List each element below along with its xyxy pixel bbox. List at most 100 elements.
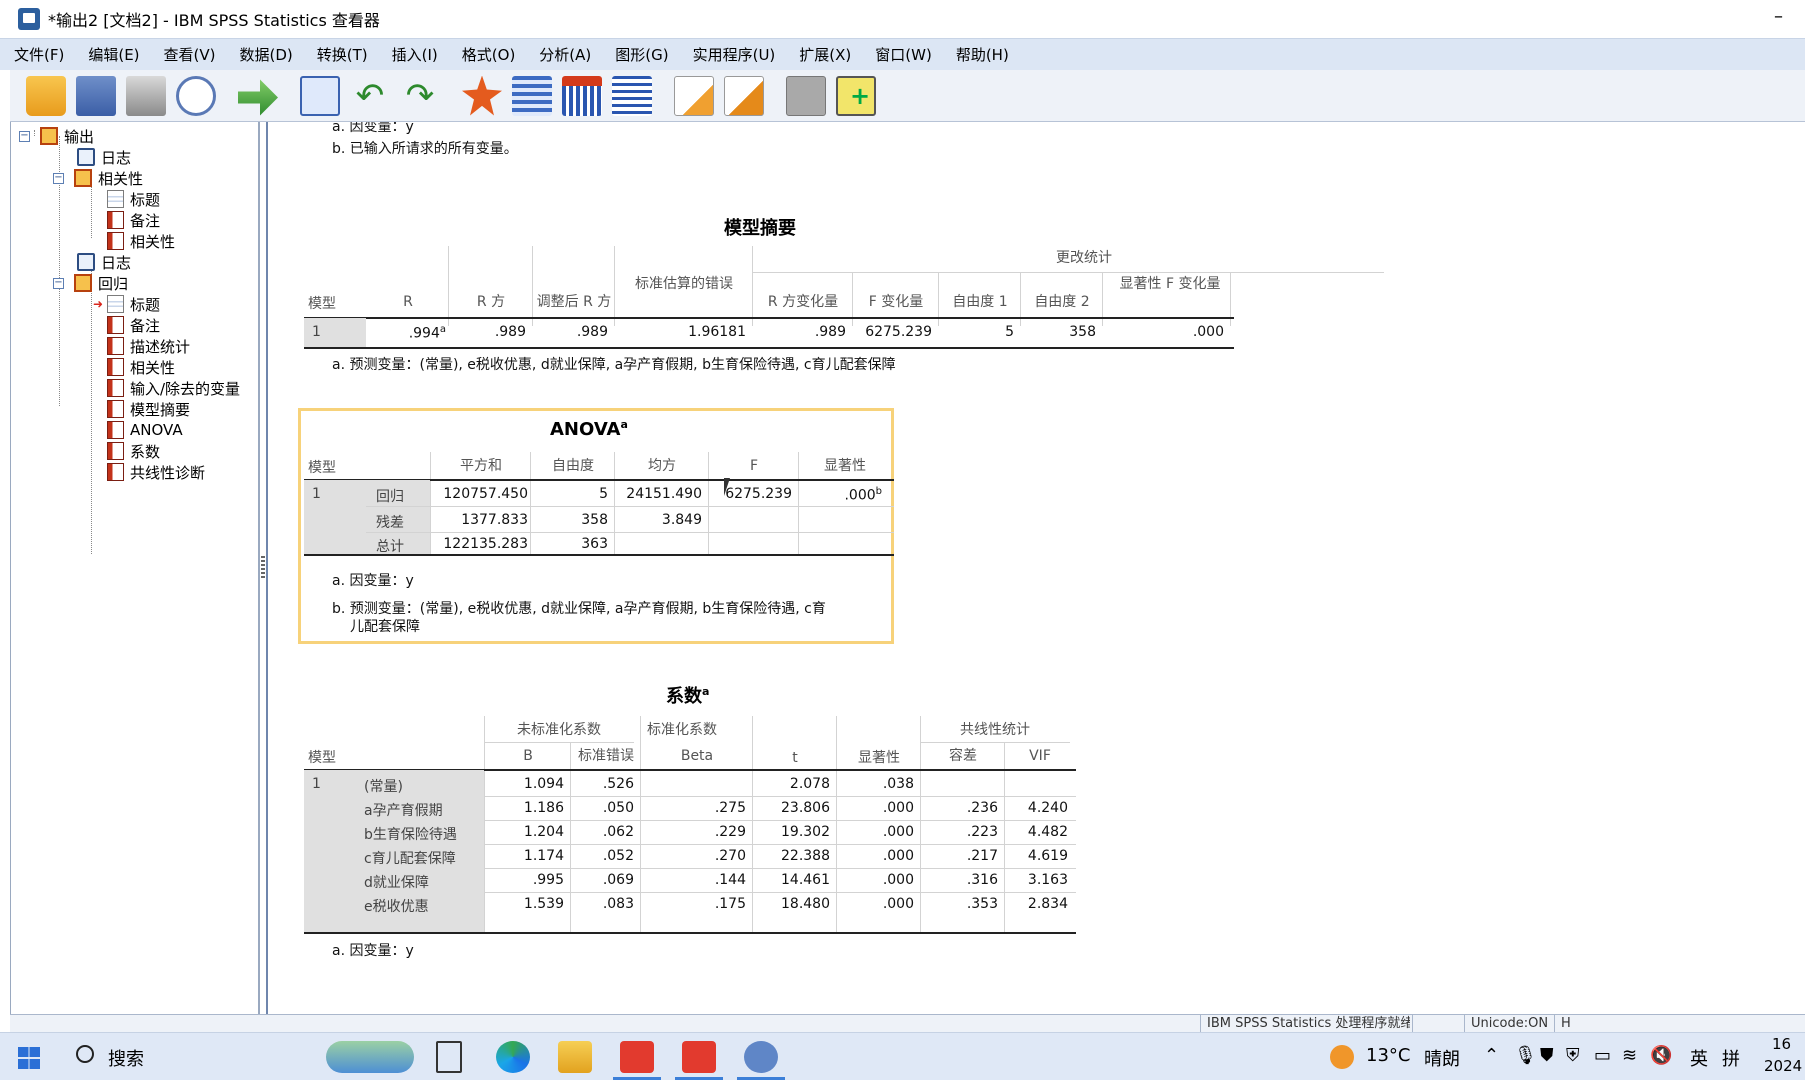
header-beta: Beta [680,748,714,764]
header-r: R [403,294,413,310]
cell-sig: .000b [844,486,882,504]
table-icon[interactable] [612,75,652,116]
menu-extensions[interactable]: 扩展(X) [799,44,851,65]
collapse-icon[interactable]: − [19,130,30,142]
pane-splitter-handle[interactable] [261,556,265,578]
cell-sig: .000 [882,800,914,816]
clock-date[interactable]: 2024 [1764,1057,1802,1075]
security-icon[interactable]: ⛊ [1540,1045,1554,1066]
undo-icon[interactable]: ↶ [350,76,390,116]
collapse-icon[interactable]: − [53,172,64,184]
insert-output-icon[interactable] [562,75,602,116]
microphone-icon[interactable]: 🎙 [1514,1045,1537,1066]
spss-taskbar-icon[interactable] [744,1041,778,1073]
script-icon[interactable] [674,75,714,116]
ime-mode[interactable]: 拼 [1722,1045,1740,1071]
show-hidden-icons-icon[interactable]: ⌃ [1484,1045,1499,1066]
cell-beta: .229 [714,824,746,840]
outline-item-regression[interactable]: − 回归 [53,273,128,293]
cell-se: .062 [602,824,634,840]
export-icon[interactable] [238,79,278,116]
menu-help[interactable]: 帮助(H) [956,44,1009,65]
outline-item-reg-title[interactable]: ➜ 标题 [93,294,160,314]
cell-df2: 358 [1069,324,1096,340]
outline-root[interactable]: − 输出 [19,126,94,146]
outline-item-correlations-table[interactable]: 相关性 [107,231,175,251]
outline-item-notes[interactable]: 备注 [107,210,160,230]
disabled-icon [786,75,826,116]
menu-window[interactable]: 窗口(W) [875,44,932,65]
note-entered: b. 已输入所请求的所有变量。 [332,141,518,157]
menu-edit[interactable]: 编辑(E) [88,44,139,65]
outline-label: 共线性诊断 [130,463,206,482]
outline-item-anova[interactable]: ANOVA [107,420,183,440]
menu-file[interactable]: 文件(F) [14,44,64,65]
defender-icon[interactable]: ⛨ [1566,1045,1580,1066]
outline-item-coefficients[interactable]: 系数 [107,441,160,461]
outline-item-collinearity[interactable]: 共线性诊断 [107,462,205,482]
landscape-widget-icon[interactable] [326,1041,414,1073]
wifi-icon[interactable]: ≋ [1622,1045,1637,1066]
battery-icon[interactable]: ▭ [1594,1045,1611,1066]
menu-format[interactable]: 格式(O) [462,44,516,65]
volume-muted-icon[interactable]: 🔇 [1650,1045,1672,1066]
collapse-icon[interactable]: − [53,277,64,289]
outline-item-reg-notes[interactable]: 备注 [107,315,160,335]
ime-language[interactable]: 英 [1690,1045,1708,1071]
outline-label: 模型摘要 [130,400,191,419]
pivot-icon[interactable] [512,75,552,116]
wps-icon[interactable] [620,1041,654,1073]
goto-data-icon[interactable] [300,75,340,116]
print-preview-icon[interactable] [176,75,216,116]
menu-insert[interactable]: 插入(I) [392,44,438,65]
redo-icon[interactable]: ↷ [400,76,440,116]
cell-se: .083 [602,896,634,912]
cell-se: .052 [602,848,634,864]
cell-std-error: 1.96181 [688,324,746,340]
minimize-button[interactable]: – [1774,6,1783,27]
menu-transform[interactable]: 转换(T) [317,44,368,65]
run-script-icon[interactable] [724,75,764,116]
cell-df1: 5 [1005,324,1014,340]
outline-item-model-summary[interactable]: 模型摘要 [107,399,190,419]
outline-item-correlations[interactable]: − 相关性 [53,168,143,188]
header-sig: 显著性 [824,458,866,474]
outline-item-reg-correlations[interactable]: 相关性 [107,357,175,377]
anova-note-b: b. 预测变量：(常量), e税收优惠, d就业保障, a孕产育假期, b生育保… [332,601,826,617]
cell-b: 1.174 [523,848,564,864]
header-adj-r-square: 调整后 R 方 [536,294,612,310]
outline-item-variables-entered[interactable]: 输入/除去的变量 [107,378,240,398]
clock-time[interactable]: 16 [1772,1035,1791,1053]
taskbar-search[interactable]: 搜索 [108,1045,144,1071]
print-icon[interactable] [126,75,166,116]
menu-graphs[interactable]: 图形(G) [615,44,668,65]
header-model: 模型 [308,750,336,766]
header-df: 自由度 [552,458,594,474]
cell-vif: 4.482 [1027,824,1068,840]
cell-vif: 4.619 [1027,848,1068,864]
outline-item-descriptives[interactable]: 描述统计 [107,336,190,356]
outline-item-log-2[interactable]: 日志 [77,252,131,272]
menu-view[interactable]: 查看(V) [164,44,216,65]
file-explorer-icon[interactable] [558,1041,592,1073]
coefficients-row-label: b生育保险待遇 [364,827,457,843]
weather-temp[interactable]: 13°C [1366,1045,1410,1066]
task-view-icon[interactable] [436,1041,462,1073]
outline-item-title[interactable]: 标题 [107,189,160,209]
wps-icon-2[interactable] [682,1041,716,1073]
menu-utilities[interactable]: 实用程序(U) [693,44,776,65]
edge-browser-icon[interactable] [496,1041,530,1073]
windows-start-icon[interactable] [18,1047,40,1069]
header-f: F [749,458,759,474]
open-icon[interactable] [26,75,66,116]
outline-item-log[interactable]: 日志 [77,147,131,167]
goto-output-icon[interactable] [462,75,502,116]
menu-data[interactable]: 数据(D) [240,44,293,65]
cell-se: .050 [602,800,634,816]
weather-text[interactable]: 晴朗 [1424,1045,1460,1071]
search-icon[interactable] [76,1045,94,1063]
window-title: *输出2 [文档2] - IBM SPSS Statistics 查看器 [48,11,380,30]
save-icon[interactable] [76,75,116,116]
menu-analyze[interactable]: 分析(A) [539,44,591,65]
add-output-icon[interactable] [836,75,876,116]
